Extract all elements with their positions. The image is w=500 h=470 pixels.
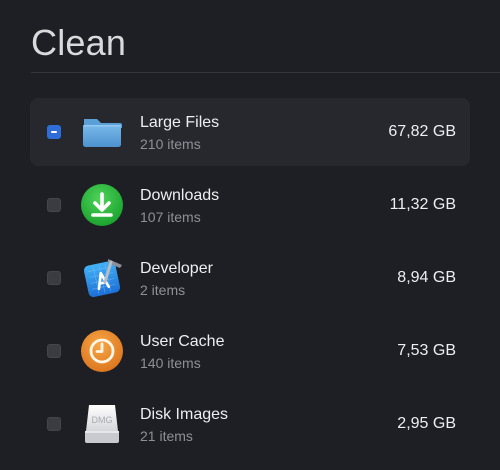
page-title: Clean (31, 22, 127, 63)
list-item-user-cache[interactable]: User Cache 140 items 7,53 GB (30, 317, 470, 385)
checkbox-large-files[interactable] (47, 125, 61, 139)
item-size: 11,32 GB (389, 196, 456, 213)
title-divider (31, 72, 500, 73)
item-count: 210 items (140, 136, 201, 152)
item-count: 2 items (140, 282, 186, 298)
xcode-icon (78, 255, 126, 301)
clock-icon (78, 328, 126, 374)
item-count: 140 items (140, 355, 201, 371)
item-name: User Cache (140, 333, 225, 350)
folder-icon (78, 109, 126, 155)
item-name: Disk Images (140, 406, 229, 423)
dmg-icon: DMG (78, 401, 126, 447)
item-name: Downloads (140, 187, 220, 204)
item-name: Developer (140, 260, 213, 277)
list-item-downloads[interactable]: Downloads 107 items 11,32 GB (30, 171, 470, 239)
item-size: 2,95 GB (397, 415, 456, 432)
checkbox-developer[interactable] (47, 271, 61, 285)
item-name: Large Files (140, 114, 220, 131)
dmg-label: DMG (92, 415, 113, 425)
list-item-developer[interactable]: Developer 2 items 8,94 GB (30, 244, 470, 312)
item-size: 67,82 GB (388, 123, 456, 140)
checkbox-user-cache[interactable] (47, 344, 61, 358)
clean-category-list: Large Files 210 items 67,82 GB Downloads… (30, 98, 470, 463)
item-size: 8,94 GB (397, 269, 456, 286)
checkbox-disk-images[interactable] (47, 417, 61, 431)
item-count: 21 items (140, 428, 193, 444)
item-count: 107 items (140, 209, 201, 225)
item-size: 7,53 GB (397, 342, 456, 359)
download-icon (78, 182, 126, 228)
list-item-disk-images[interactable]: DMG Disk Images 21 items 2,95 GB (30, 390, 470, 458)
checkbox-downloads[interactable] (47, 198, 61, 212)
list-item-large-files[interactable]: Large Files 210 items 67,82 GB (30, 98, 470, 166)
